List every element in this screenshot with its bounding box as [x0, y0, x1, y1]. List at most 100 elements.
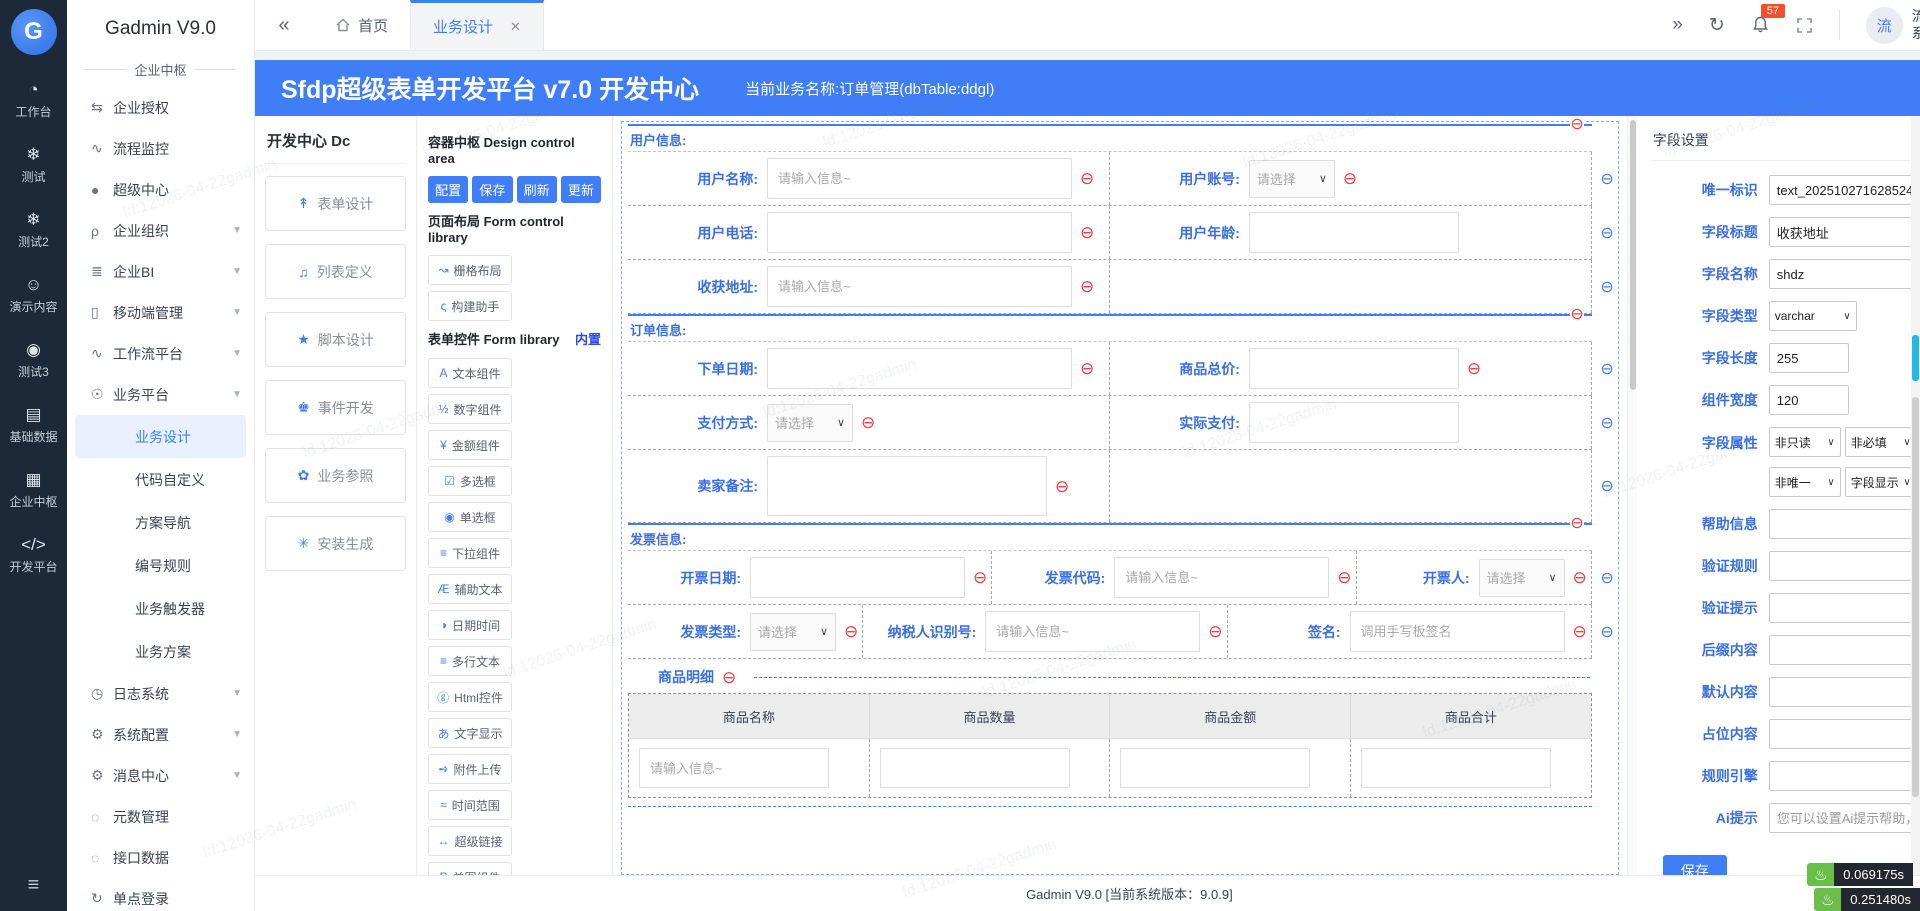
- control-button[interactable]: A 文本组件: [428, 358, 512, 388]
- sidebar-item[interactable]: ≣ 企业BI ▼: [67, 251, 254, 292]
- remove-field-icon[interactable]: ⊖: [1080, 360, 1094, 377]
- notifications-bell-icon[interactable]: 57: [1751, 4, 1785, 35]
- control-button[interactable]: Æ 辅助文本: [428, 574, 512, 604]
- window-scrollbar[interactable]: [1911, 117, 1920, 875]
- sidebar-subitem[interactable]: 业务设计: [75, 415, 246, 458]
- sidebar-item[interactable]: ⇆ 企业授权: [67, 87, 254, 128]
- library-action-button[interactable]: 刷新: [516, 176, 557, 203]
- control-button[interactable]: P单图组件: [428, 862, 512, 875]
- tab-home[interactable]: 首页: [313, 0, 410, 50]
- remove-row-icon[interactable]: ⊖: [1600, 277, 1613, 297]
- field-input[interactable]: [1248, 212, 1459, 253]
- remove-row-icon[interactable]: ⊖: [1600, 476, 1613, 496]
- sidebar-subitem[interactable]: 业务触发器: [75, 587, 246, 630]
- sidebar-subitem[interactable]: 方案导航: [75, 501, 246, 544]
- user-menu[interactable]: 流 流之云 系统管理员: [1865, 6, 1920, 44]
- remove-row-icon[interactable]: ⊖: [1600, 622, 1613, 642]
- remove-row-icon[interactable]: ⊖: [1600, 413, 1613, 433]
- fullscreen-icon[interactable]: [1796, 17, 1813, 34]
- field-select[interactable]: 请选择 ∨: [750, 612, 836, 651]
- settings-input[interactable]: [1768, 385, 1849, 415]
- sidebar-item[interactable]: ◷ 日志系统 ▼: [67, 673, 254, 714]
- control-button[interactable]: ≈ 时间范围: [428, 790, 512, 820]
- sidebar-item[interactable]: ● 超级中心: [67, 169, 254, 210]
- remove-field-icon[interactable]: ⊖: [1080, 224, 1094, 241]
- builtin-link[interactable]: 内置: [575, 329, 601, 348]
- tabs-scroll-right-icon[interactable]: »: [1672, 14, 1683, 36]
- dev-center-button[interactable]: ✿ 业务参照: [265, 448, 406, 503]
- tab-close-icon[interactable]: ✕: [510, 19, 521, 35]
- library-action-button[interactable]: 保存: [472, 176, 513, 203]
- field-input[interactable]: [1349, 611, 1565, 652]
- control-button[interactable]: ≡ 下拉组件: [428, 538, 512, 568]
- settings-input[interactable]: [1768, 719, 1920, 749]
- attr-select[interactable]: 非唯一 ∨: [1768, 467, 1841, 497]
- sidebar-item[interactable]: ◌ 接口数据: [67, 837, 254, 878]
- sidebar-item[interactable]: ⚙ 消息中心 ▼: [67, 755, 254, 796]
- settings-input[interactable]: [1768, 761, 1920, 791]
- settings-input[interactable]: [1768, 509, 1920, 539]
- control-button[interactable]: ς 构建助手: [428, 291, 512, 321]
- remove-field-icon[interactable]: ⊖: [1467, 360, 1481, 377]
- field-input[interactable]: [767, 348, 1072, 389]
- remove-field-icon[interactable]: ⊖: [1337, 569, 1351, 586]
- remove-row-icon[interactable]: ⊖: [1600, 568, 1613, 588]
- dev-center-button[interactable]: ♚ 事件开发: [265, 380, 406, 435]
- dev-center-button[interactable]: ↟ 表单设计: [265, 176, 406, 231]
- remove-row-icon[interactable]: ⊖: [1600, 359, 1613, 379]
- control-button[interactable]: ↔ 超级链接: [428, 826, 512, 856]
- field-input[interactable]: [767, 158, 1072, 199]
- settings-select[interactable]: varchar ∨: [1768, 301, 1857, 331]
- refresh-icon[interactable]: ↻: [1709, 14, 1725, 37]
- rail-item-test3[interactable]: ◉ 测试3: [9, 340, 57, 380]
- section-remove-icon[interactable]: ⊖: [1570, 117, 1584, 133]
- control-button[interactable]: ≡ 多行文本: [428, 646, 512, 676]
- control-button[interactable]: ↝ 栅格布局: [428, 255, 512, 285]
- rail-item-demo-content[interactable]: ☺ 演示内容: [9, 275, 57, 315]
- control-button[interactable]: ½ 数字组件: [428, 394, 512, 424]
- rail-item-dashboard[interactable]: ◔ 工作台: [9, 80, 57, 120]
- sidebar-subitem[interactable]: 业务方案: [75, 630, 246, 673]
- field-input[interactable]: [1248, 348, 1459, 389]
- control-button[interactable]: ◉ 单选框: [428, 502, 512, 532]
- settings-input[interactable]: [1768, 343, 1849, 373]
- field-input[interactable]: [1114, 557, 1330, 598]
- dev-center-button[interactable]: ★ 脚本设计: [265, 312, 406, 367]
- remove-field-icon[interactable]: ⊖: [861, 414, 875, 431]
- attr-select[interactable]: 非必填 ∨: [1844, 427, 1917, 457]
- sidebar-item[interactable]: ρ 企业组织 ▼: [67, 210, 254, 251]
- sidebar-collapse-icon[interactable]: ≡: [0, 874, 67, 897]
- remove-field-icon[interactable]: ⊖: [844, 623, 858, 640]
- settings-input[interactable]: [1768, 593, 1920, 623]
- settings-input[interactable]: [1768, 217, 1920, 247]
- control-button[interactable]: あ文字显示: [428, 718, 512, 748]
- sidebar-item[interactable]: ☉ 业务平台 ▼: [67, 374, 254, 415]
- sidebar-item[interactable]: ↻ 单点登录: [67, 878, 254, 911]
- settings-input[interactable]: [1768, 175, 1920, 205]
- settings-input[interactable]: [1768, 259, 1920, 289]
- settings-input[interactable]: [1768, 803, 1920, 833]
- sidebar-subitem[interactable]: 编号规则: [75, 544, 246, 587]
- field-textarea[interactable]: [767, 456, 1047, 516]
- sidebar-item[interactable]: ∿ 工作流平台 ▼: [67, 333, 254, 374]
- dev-center-button[interactable]: ♫ 列表定义: [265, 244, 406, 299]
- library-action-button[interactable]: 配置: [428, 176, 469, 203]
- control-button[interactable]: ⓖ Html控件: [428, 682, 512, 712]
- rail-item-base-data[interactable]: ▤ 基础数据: [9, 405, 57, 445]
- rail-item-test2[interactable]: ❄ 测试2: [9, 210, 57, 250]
- detail-cell-input[interactable]: [639, 748, 829, 788]
- canvas-scrollbar[interactable]: [1626, 116, 1637, 875]
- app-logo[interactable]: G: [10, 9, 57, 55]
- field-select[interactable]: 请选择 ∨: [767, 403, 853, 442]
- library-action-button[interactable]: 更新: [560, 176, 601, 203]
- detail-cell-input[interactable]: [1361, 748, 1552, 788]
- settings-input[interactable]: [1768, 635, 1920, 665]
- field-input[interactable]: [750, 557, 965, 598]
- save-button[interactable]: 保存: [1662, 855, 1727, 875]
- attr-select[interactable]: 字段显示 ∨: [1844, 467, 1917, 497]
- remove-field-icon[interactable]: ⊖: [973, 569, 987, 586]
- section-remove-icon[interactable]: ⊖: [1570, 307, 1584, 323]
- rail-item-test[interactable]: ❄ 测试: [9, 145, 57, 185]
- field-input[interactable]: [1248, 402, 1459, 443]
- control-button[interactable]: ➺ 附件上传: [428, 754, 512, 784]
